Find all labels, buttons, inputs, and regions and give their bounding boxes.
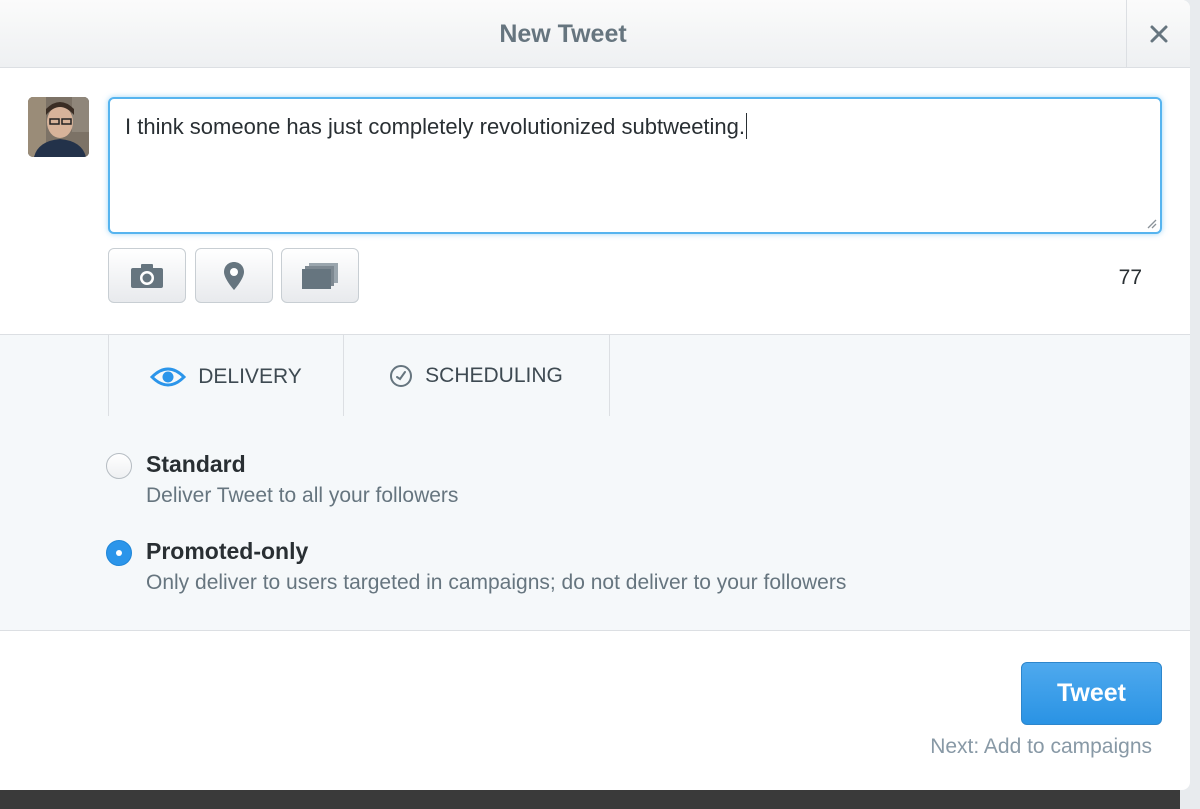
clock-icon: [390, 365, 413, 387]
tweet-text: I think someone has just completely revo…: [125, 114, 746, 139]
tab-delivery-label: DELIVERY: [198, 364, 302, 388]
close-button[interactable]: [1126, 0, 1190, 68]
resize-handle-icon[interactable]: [1145, 217, 1157, 229]
option-promoted-description: Only deliver to users targeted in campai…: [146, 571, 847, 594]
tab-scheduling-label: SCHEDULING: [425, 364, 563, 387]
delivery-options-panel: [0, 416, 1190, 631]
active-tab-connector: [109, 414, 343, 418]
add-photo-button[interactable]: [108, 248, 186, 303]
radio-promoted-only[interactable]: [106, 540, 132, 566]
character-counter: 77: [1118, 266, 1142, 289]
option-promoted-title: Promoted-only: [146, 538, 309, 564]
avatar[interactable]: [28, 97, 89, 157]
new-tweet-dialog: New Tweet I think someone has just compl…: [0, 0, 1190, 790]
option-standard-title: Standard: [146, 451, 246, 477]
tweet-button[interactable]: Tweet: [1021, 662, 1162, 725]
text-caret: [746, 113, 748, 139]
eye-icon: [150, 367, 187, 386]
tweet-textarea[interactable]: I think someone has just completely revo…: [108, 97, 1162, 234]
dialog-title: New Tweet: [499, 20, 627, 48]
tab-scheduling[interactable]: SCHEDULING: [343, 334, 610, 417]
cards-icon: [302, 262, 338, 289]
user-photo: [28, 97, 89, 157]
radio-standard[interactable]: [106, 453, 132, 479]
next-add-to-campaigns-link[interactable]: Next: Add to campaigns: [930, 735, 1152, 759]
add-location-button[interactable]: [195, 248, 273, 303]
close-icon: [1150, 25, 1167, 43]
camera-icon: [131, 263, 163, 288]
option-standard-description: Deliver Tweet to all your followers: [146, 484, 459, 507]
location-pin-icon: [224, 261, 244, 290]
dialog-header: New Tweet: [0, 0, 1190, 68]
tab-delivery[interactable]: DELIVERY: [108, 334, 344, 418]
add-card-button[interactable]: [281, 248, 359, 303]
